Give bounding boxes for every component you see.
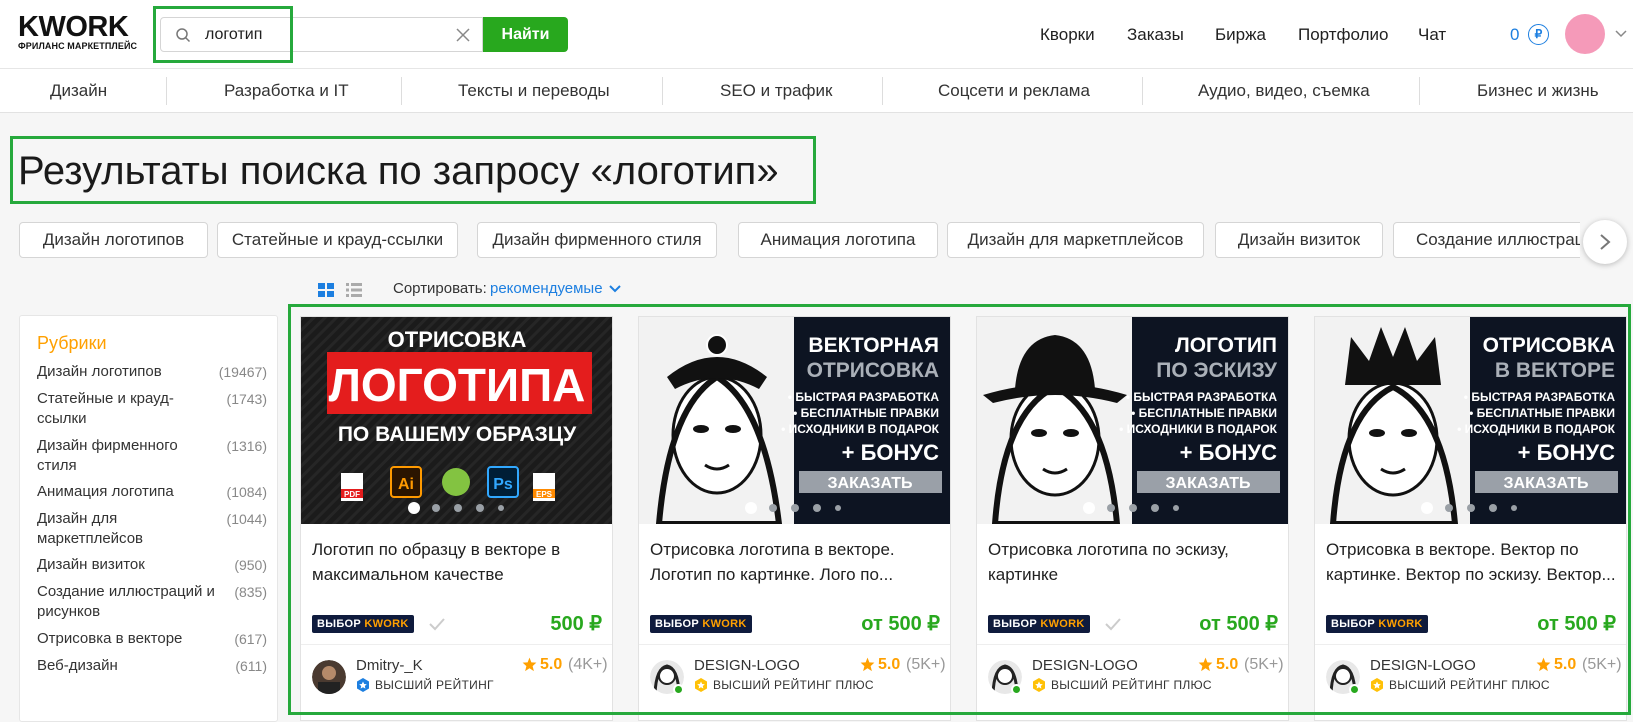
category-bar: Дизайн Разработка и IT Тексты и переводы… (0, 69, 1633, 113)
kwork-logo[interactable]: KWORK ФРИЛАНС МАРКЕТПЛЕЙС (18, 13, 137, 52)
chevron-down-icon[interactable] (609, 285, 621, 293)
category-business[interactable]: Бизнес и жизнь (1477, 81, 1599, 101)
sidebar-item-count: (1044) (226, 511, 267, 527)
sidebar-item-count: (1743) (226, 391, 267, 407)
category-texts[interactable]: Тексты и переводы (458, 81, 610, 101)
nav-kworks[interactable]: Кворки (1040, 24, 1095, 46)
sidebar-item-label: Веб-дизайн (37, 657, 118, 674)
category-development[interactable]: Разработка и IT (224, 81, 349, 101)
sidebar-item-label: Дизайн фирменного стиля (37, 437, 178, 474)
sort-label: Сортировать: (393, 280, 487, 297)
sidebar-item-count: (1316) (226, 438, 267, 454)
list-view-icon[interactable] (346, 283, 362, 297)
tag-links[interactable]: Статейные и крауд-ссылки (217, 222, 458, 258)
sidebar-item-label: Дизайн для маркетплейсов (37, 510, 144, 547)
category-design[interactable]: Дизайн (50, 81, 107, 101)
category-separator (166, 77, 167, 105)
sidebar-item-count: (835) (234, 584, 267, 600)
sidebar-item-count: (19467) (218, 364, 267, 380)
logo-tagline: ФРИЛАНС МАРКЕТПЛЕЙС (18, 41, 138, 51)
logo-wordmark: KWORK (18, 11, 129, 43)
sidebar-item-count: (611) (235, 658, 267, 674)
sidebar-item[interactable]: Статейные и крауд-ссылки (1743) (37, 389, 267, 429)
sidebar-item[interactable]: Дизайн для маркетплейсов (1044) (37, 509, 267, 549)
category-audio-video[interactable]: Аудио, видео, съемка (1198, 81, 1370, 101)
sidebar-item-label: Анимация логотипа (37, 483, 174, 500)
tag-logo-animation[interactable]: Анимация логотипа (738, 222, 938, 258)
nav-chat[interactable]: Чат (1418, 24, 1446, 46)
balance-value[interactable]: 0 (1510, 24, 1519, 46)
tag-marketplace-design[interactable]: Дизайн для маркетплейсов (947, 222, 1204, 258)
sidebar-item-label: Дизайн логотипов (37, 363, 162, 380)
category-seo[interactable]: SEO и трафик (720, 81, 832, 101)
sidebar-item[interactable]: Отрисовка в векторе (617) (37, 629, 267, 649)
category-separator (882, 77, 883, 105)
nav-portfolio[interactable]: Портфолио (1298, 24, 1388, 46)
sidebar-item[interactable]: Веб-дизайн (611) (37, 656, 267, 676)
search-button[interactable]: Найти (483, 17, 568, 52)
rubrics-sidebar: Рубрики Дизайн логотипов (19467) Статейны… (19, 315, 278, 722)
tag-logo-design[interactable]: Дизайн логотипов (19, 222, 208, 258)
category-social[interactable]: Соцсети и реклама (938, 81, 1090, 101)
sidebar-item-label: Создание иллюстраций и рисунков (37, 583, 215, 620)
search-highlight-box (153, 6, 293, 63)
sidebar-item[interactable]: Дизайн логотипов (19467) (37, 362, 267, 382)
category-separator (662, 77, 663, 105)
ruble-icon[interactable]: ₽ (1528, 24, 1549, 45)
title-highlight-box (10, 136, 816, 204)
sidebar-item-label: Статейные и крауд-ссылки (37, 390, 174, 427)
chevron-right-icon (1600, 234, 1611, 250)
category-separator (1419, 77, 1420, 105)
sidebar-item-count: (950) (234, 557, 267, 573)
sidebar-item-label: Отрисовка в векторе (37, 630, 183, 647)
tag-brand-style[interactable]: Дизайн фирменного стиля (477, 222, 717, 258)
user-avatar[interactable] (1565, 14, 1605, 54)
tag-business-cards[interactable]: Дизайн визиток (1215, 222, 1383, 258)
grid-view-icon[interactable] (318, 283, 334, 297)
nav-orders[interactable]: Заказы (1127, 24, 1184, 46)
sidebar-item[interactable]: Дизайн визиток (950) (37, 555, 267, 575)
sidebar-item[interactable]: Создание иллюстраций и рисунков (835) (37, 582, 267, 622)
sidebar-item[interactable]: Анимация логотипа (1084) (37, 482, 267, 502)
sidebar-title: Рубрики (37, 333, 107, 353)
nav-exchange[interactable]: Биржа (1215, 24, 1266, 46)
category-separator (1142, 77, 1143, 105)
clear-search-icon[interactable] (455, 27, 471, 43)
sidebar-item-label: Дизайн визиток (37, 556, 145, 573)
tags-next-button[interactable] (1583, 220, 1627, 264)
tag-filter-row: Дизайн логотипов Статейные и крауд-ссылк… (0, 214, 1580, 266)
sidebar-item-count: (617) (234, 631, 267, 647)
results-highlight-box (288, 304, 1631, 715)
category-separator (401, 77, 402, 105)
tag-illustrations[interactable]: Создание иллюстраций (1393, 222, 1580, 258)
sidebar-item[interactable]: Дизайн фирменного стиля (1316) (37, 436, 267, 476)
sidebar-item-count: (1084) (226, 484, 267, 500)
sort-dropdown[interactable]: рекомендуемые (490, 280, 603, 298)
chevron-down-icon[interactable] (1615, 30, 1627, 38)
